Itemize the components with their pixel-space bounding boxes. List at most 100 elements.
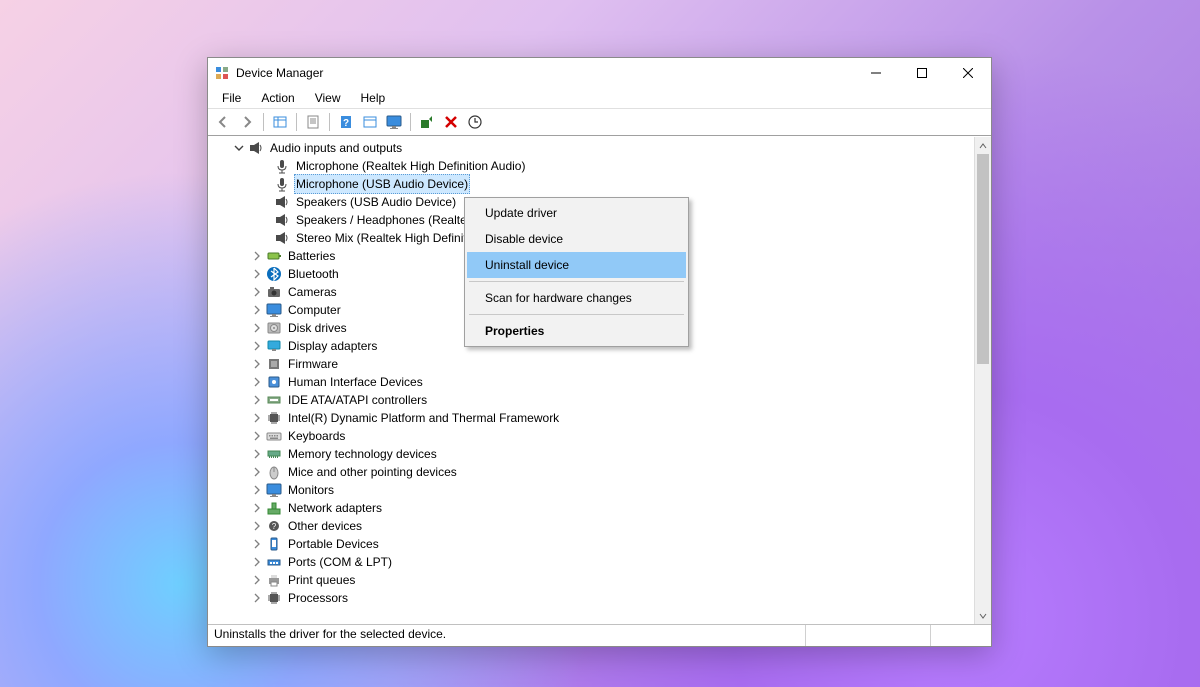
battery-icon <box>266 248 282 264</box>
tree-category[interactable]: Ports (COM & LPT) <box>210 553 974 571</box>
portable-icon <box>266 536 282 552</box>
speaker-icon <box>274 230 290 246</box>
chevron-right-icon[interactable] <box>250 375 264 389</box>
context-menu: Update driver Disable device Uninstall d… <box>464 197 689 347</box>
toolbar-separator <box>263 113 264 131</box>
tree-category[interactable]: Keyboards <box>210 427 974 445</box>
maximize-button[interactable] <box>899 58 945 88</box>
tree-label: Monitors <box>286 481 336 499</box>
chevron-right-icon[interactable] <box>250 591 264 605</box>
chevron-right-icon[interactable] <box>250 447 264 461</box>
tree-category[interactable]: Firmware <box>210 355 974 373</box>
tree-category[interactable]: Portable Devices <box>210 535 974 553</box>
toolbar: ? <box>208 108 991 136</box>
tree-category[interactable]: Other devices <box>210 517 974 535</box>
chevron-right-icon[interactable] <box>250 357 264 371</box>
tree-category[interactable]: Network adapters <box>210 499 974 517</box>
speaker-icon <box>248 140 264 156</box>
tree-label: Ports (COM & LPT) <box>286 553 394 571</box>
chevron-right-icon[interactable] <box>250 339 264 353</box>
tree-label: Firmware <box>286 355 340 373</box>
firmware-icon <box>266 356 282 372</box>
tree-category[interactable]: Human Interface Devices <box>210 373 974 391</box>
tree-category[interactable]: Mice and other pointing devices <box>210 463 974 481</box>
chevron-right-icon[interactable] <box>250 321 264 335</box>
chevron-right-icon[interactable] <box>250 537 264 551</box>
toolbar-help-button[interactable]: ? <box>335 111 357 133</box>
chevron-right-icon[interactable] <box>250 393 264 407</box>
mouse-icon <box>266 464 282 480</box>
tree-label: Intel(R) Dynamic Platform and Thermal Fr… <box>286 409 561 427</box>
toolbar-scan-hardware-button[interactable] <box>464 111 486 133</box>
tree-label: Cameras <box>286 283 339 301</box>
chevron-down-icon[interactable] <box>232 141 246 155</box>
chevron-right-icon[interactable] <box>250 483 264 497</box>
toolbar-refresh-button[interactable] <box>359 111 381 133</box>
menu-help[interactable]: Help <box>353 89 394 107</box>
status-cell <box>931 625 991 646</box>
mic-icon <box>274 158 290 174</box>
tree-label: Human Interface Devices <box>286 373 425 391</box>
tree-label: Print queues <box>286 571 357 589</box>
toolbar-properties-button[interactable] <box>302 111 324 133</box>
chevron-right-icon[interactable] <box>250 429 264 443</box>
chevron-right-icon[interactable] <box>250 519 264 533</box>
tree-device[interactable]: Microphone (Realtek High Definition Audi… <box>210 157 974 175</box>
camera-icon <box>266 284 282 300</box>
toolbar-monitor-button[interactable] <box>383 111 405 133</box>
chevron-right-icon[interactable] <box>250 249 264 263</box>
chevron-right-icon[interactable] <box>250 573 264 587</box>
ctx-properties[interactable]: Properties <box>467 318 686 344</box>
speaker-icon <box>274 194 290 210</box>
toolbar-update-driver-button[interactable] <box>416 111 438 133</box>
scroll-thumb[interactable] <box>977 154 989 364</box>
tree-category-audio[interactable]: Audio inputs and outputs <box>210 139 974 157</box>
port-icon <box>266 554 282 570</box>
speaker-icon <box>274 212 290 228</box>
toolbar-uninstall-button[interactable] <box>440 111 462 133</box>
display-icon <box>266 338 282 354</box>
close-button[interactable] <box>945 58 991 88</box>
tree-label: Bluetooth <box>286 265 341 283</box>
titlebar: Device Manager <box>208 58 991 88</box>
toolbar-forward-button[interactable] <box>236 111 258 133</box>
ctx-uninstall-device[interactable]: Uninstall device <box>467 252 686 278</box>
ctx-disable-device[interactable]: Disable device <box>467 226 686 252</box>
mic-icon <box>274 176 290 192</box>
chevron-right-icon[interactable] <box>250 555 264 569</box>
printer-icon <box>266 572 282 588</box>
status-cell <box>806 625 931 646</box>
vertical-scrollbar[interactable] <box>974 137 991 624</box>
tree-category[interactable]: Processors <box>210 589 974 607</box>
tree-category[interactable]: Memory technology devices <box>210 445 974 463</box>
chevron-right-icon[interactable] <box>250 303 264 317</box>
ide-icon <box>266 392 282 408</box>
tree-category[interactable]: Intel(R) Dynamic Platform and Thermal Fr… <box>210 409 974 427</box>
chevron-right-icon[interactable] <box>250 501 264 515</box>
minimize-button[interactable] <box>853 58 899 88</box>
tree-category[interactable]: Monitors <box>210 481 974 499</box>
scroll-up-icon[interactable] <box>975 137 991 154</box>
tree-label: Keyboards <box>286 427 347 445</box>
scroll-down-icon[interactable] <box>975 607 991 624</box>
chevron-right-icon[interactable] <box>250 465 264 479</box>
toolbar-show-hidden-button[interactable] <box>269 111 291 133</box>
tree-device-selected[interactable]: Microphone (USB Audio Device) <box>210 175 974 193</box>
chevron-right-icon[interactable] <box>250 285 264 299</box>
menu-file[interactable]: File <box>214 89 249 107</box>
chevron-right-icon[interactable] <box>250 411 264 425</box>
ctx-scan-hardware[interactable]: Scan for hardware changes <box>467 285 686 311</box>
tree-category[interactable]: Print queues <box>210 571 974 589</box>
tree-label: Computer <box>286 301 343 319</box>
tree-category[interactable]: IDE ATA/ATAPI controllers <box>210 391 974 409</box>
menu-view[interactable]: View <box>307 89 349 107</box>
chevron-right-icon[interactable] <box>250 267 264 281</box>
tree-label: Mice and other pointing devices <box>286 463 459 481</box>
ctx-update-driver[interactable]: Update driver <box>467 200 686 226</box>
ctx-separator <box>469 314 684 315</box>
tree-label: Memory technology devices <box>286 445 439 463</box>
menu-action[interactable]: Action <box>253 89 302 107</box>
memory-icon <box>266 446 282 462</box>
tree-label: Batteries <box>286 247 337 265</box>
toolbar-back-button[interactable] <box>212 111 234 133</box>
